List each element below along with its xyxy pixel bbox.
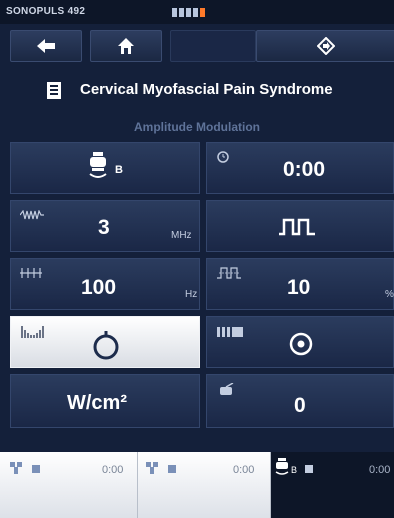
back-button[interactable]: [10, 30, 82, 62]
target-icon: [289, 332, 313, 356]
channel-2-time: 0:00: [233, 464, 255, 476]
head-select-tile[interactable]: B: [10, 142, 200, 194]
time-value: 0:00: [283, 158, 326, 181]
intensity-unit-value: W/cm²: [67, 392, 127, 414]
head-contact-icon: [220, 383, 234, 395]
arrow-left-icon: [37, 39, 55, 53]
treatment-time-tile[interactable]: 0:00: [206, 142, 394, 194]
frequency-tile[interactable]: 3 MHz: [10, 200, 200, 252]
channel-2-tab[interactable]: 0:00: [138, 452, 271, 518]
mod-frequency-value: 100: [81, 276, 117, 299]
burst-icon: [20, 268, 42, 278]
channel-1-tab[interactable]: 0:00: [0, 452, 138, 518]
page-subtitle: Amplitude Modulation: [134, 120, 260, 134]
channel-3-time: 0:00: [369, 464, 391, 476]
document-icon: [47, 82, 61, 99]
intensity-bars-icon: [21, 326, 44, 338]
channel-3-label: B: [291, 465, 298, 475]
home-button[interactable]: [90, 30, 162, 62]
home-icon: [118, 38, 134, 54]
pulse-mode-tile[interactable]: [206, 200, 394, 252]
duty-cycle-tile[interactable]: 10 %: [206, 258, 394, 310]
forward-button[interactable]: [256, 30, 394, 62]
head-contact-value: 0: [294, 394, 306, 417]
wave-icon: [20, 210, 44, 220]
nav-spacer: [170, 30, 256, 62]
intensity-tile[interactable]: [10, 316, 200, 368]
electrode-icon: [146, 462, 158, 474]
clock-icon: [217, 151, 229, 163]
transducer-head-icon: [89, 152, 107, 178]
status-square-icon: [168, 465, 176, 473]
status-square-icon: [305, 465, 313, 473]
continuous-bars-icon: [217, 327, 243, 337]
page-title: Cervical Myofascial Pain Syndrome: [80, 81, 333, 98]
channel-1-time: 0:00: [102, 464, 124, 476]
continuous-mode-tile[interactable]: [206, 316, 394, 368]
pulse-wave-icon: [279, 218, 315, 236]
duty-cycle-value: 10: [287, 276, 311, 299]
duty-cycle-unit: %: [385, 289, 394, 300]
electrode-icon: [10, 462, 22, 474]
channel-3-tab[interactable]: B 0:00: [271, 452, 394, 518]
battery-indicator: [172, 8, 205, 17]
status-square-icon: [32, 465, 40, 473]
timer-icon: [93, 331, 119, 360]
duty-cycle-icon: [217, 267, 241, 279]
head-contact-tile[interactable]: 0: [206, 374, 394, 428]
intensity-unit-tile[interactable]: W/cm²: [10, 374, 200, 428]
transducer-head-icon: [275, 458, 289, 475]
frequency-value: 3: [98, 216, 110, 239]
device-name: SONOPULS 492: [6, 6, 86, 17]
head-label: B: [115, 164, 123, 176]
mod-frequency-unit: Hz: [185, 289, 198, 300]
modulation-frequency-tile[interactable]: 100 Hz: [10, 258, 200, 310]
forward-diamond-icon: [317, 37, 335, 55]
frequency-unit: MHz: [171, 230, 192, 241]
